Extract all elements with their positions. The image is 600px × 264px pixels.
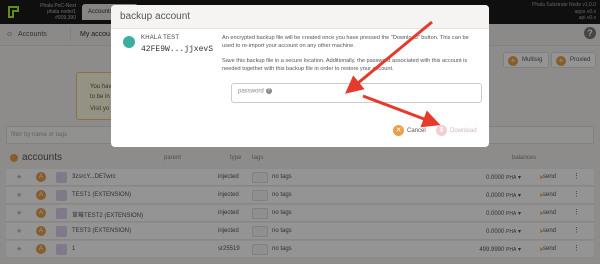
annotation-arrows bbox=[345, 20, 441, 128]
arrow-to-password bbox=[345, 20, 433, 94]
arrow-to-download bbox=[362, 94, 441, 128]
